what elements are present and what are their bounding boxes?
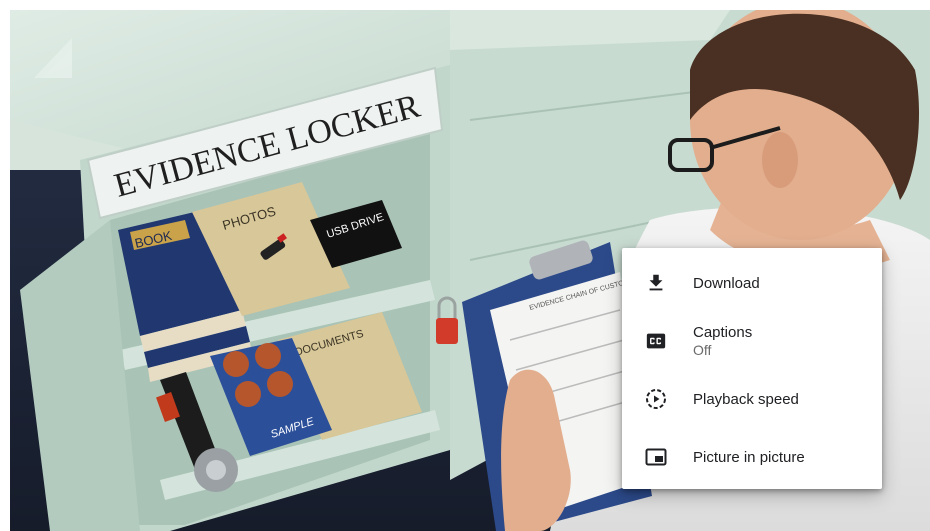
menu-item-download[interactable]: Download (622, 254, 882, 312)
playback-speed-icon (644, 387, 668, 411)
menu-item-label: Captions (693, 324, 753, 341)
menu-item-captions[interactable]: Captions Off (622, 312, 882, 370)
menu-item-playback-speed[interactable]: Playback speed (622, 370, 882, 428)
download-icon (644, 271, 668, 295)
menu-item-label: Download (693, 274, 760, 292)
menu-item-picture-in-picture[interactable]: Picture in picture (622, 428, 882, 486)
video-context-menu: Download Captions Off Playback speed Pic… (622, 248, 882, 489)
closed-captions-icon (644, 329, 668, 353)
channel-logo-icon (34, 38, 72, 78)
picture-in-picture-icon (644, 445, 668, 469)
captions-status: Off (693, 342, 712, 358)
padlock (436, 318, 458, 344)
menu-item-label: Playback speed (693, 390, 799, 408)
menu-item-label: Picture in picture (693, 448, 805, 466)
